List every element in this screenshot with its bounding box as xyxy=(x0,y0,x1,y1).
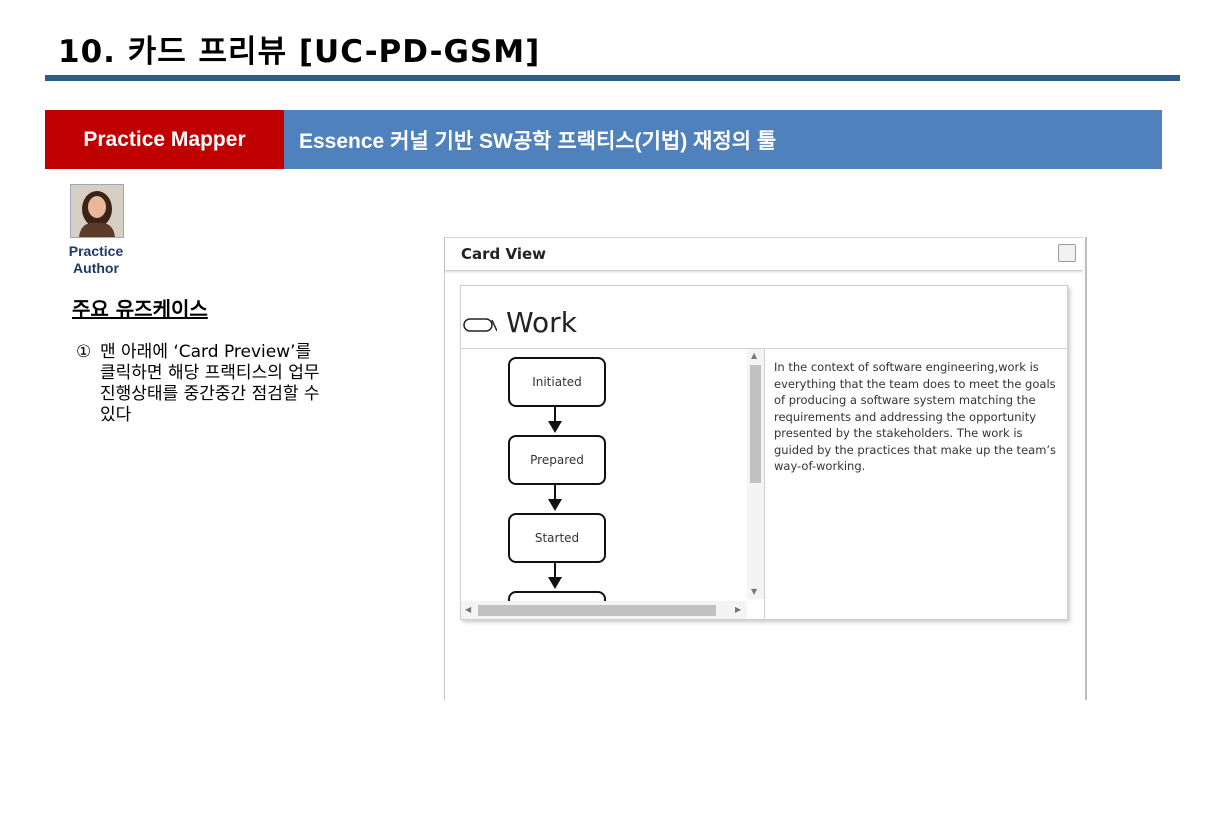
alpha-icon xyxy=(463,317,498,337)
vertical-scroll-thumb[interactable] xyxy=(750,365,761,483)
use-case-heading: 주요 유즈케이스 xyxy=(72,297,208,321)
card-view-title: Card View xyxy=(461,245,547,263)
state-initiated[interactable]: Initiated xyxy=(508,357,606,407)
card-title: Work xyxy=(506,306,577,339)
author-avatar xyxy=(70,184,124,238)
use-case-text: 맨 아래에 ‘Card Preview’를 클릭하면 해당 프랙티스의 업무 진… xyxy=(100,342,320,425)
card-view-window: Card View Work Initiated Prepared Starte… xyxy=(444,237,1087,700)
scroll-right-icon[interactable]: ▶ xyxy=(735,605,741,614)
card-description: In the context of software engineering,w… xyxy=(774,360,1057,473)
banner: Practice Mapper Essence 커널 기반 SW공학 프랙티스(… xyxy=(45,110,1162,169)
scroll-down-icon[interactable]: ▼ xyxy=(751,587,757,596)
alpha-card: Work Initiated Prepared Started ▲ ▼ ◀ ▶ … xyxy=(460,285,1068,620)
arrow-down-icon xyxy=(548,499,562,511)
card-view-header: Card View xyxy=(445,237,1083,271)
banner-app-name: Practice Mapper xyxy=(45,110,284,169)
title-divider xyxy=(45,75,1180,81)
scroll-up-icon[interactable]: ▲ xyxy=(751,351,757,360)
use-case-number: ① xyxy=(76,342,92,362)
close-icon[interactable] xyxy=(1058,244,1076,262)
state-started[interactable]: Started xyxy=(508,513,606,563)
state-prepared[interactable]: Prepared xyxy=(508,435,606,485)
card-header: Work xyxy=(461,286,1067,349)
arrow-down-icon xyxy=(548,577,562,589)
banner-subtitle: Essence 커널 기반 SW공학 프랙티스(기법) 재정의 툴 xyxy=(284,110,1162,169)
horizontal-scrollbar[interactable]: ◀ ▶ xyxy=(461,601,747,619)
scroll-left-icon[interactable]: ◀ xyxy=(465,605,471,614)
arrow-down-icon xyxy=(548,421,562,433)
horizontal-scroll-thumb[interactable] xyxy=(478,605,716,616)
state-diagram-pane[interactable]: Initiated Prepared Started ▲ ▼ ◀ ▶ xyxy=(461,349,765,619)
slide-title: 10. 카드 프리뷰 [UC-PD-GSM] xyxy=(58,34,541,70)
author-label: Practice Author xyxy=(68,243,124,276)
vertical-scrollbar[interactable]: ▲ ▼ xyxy=(747,349,764,599)
